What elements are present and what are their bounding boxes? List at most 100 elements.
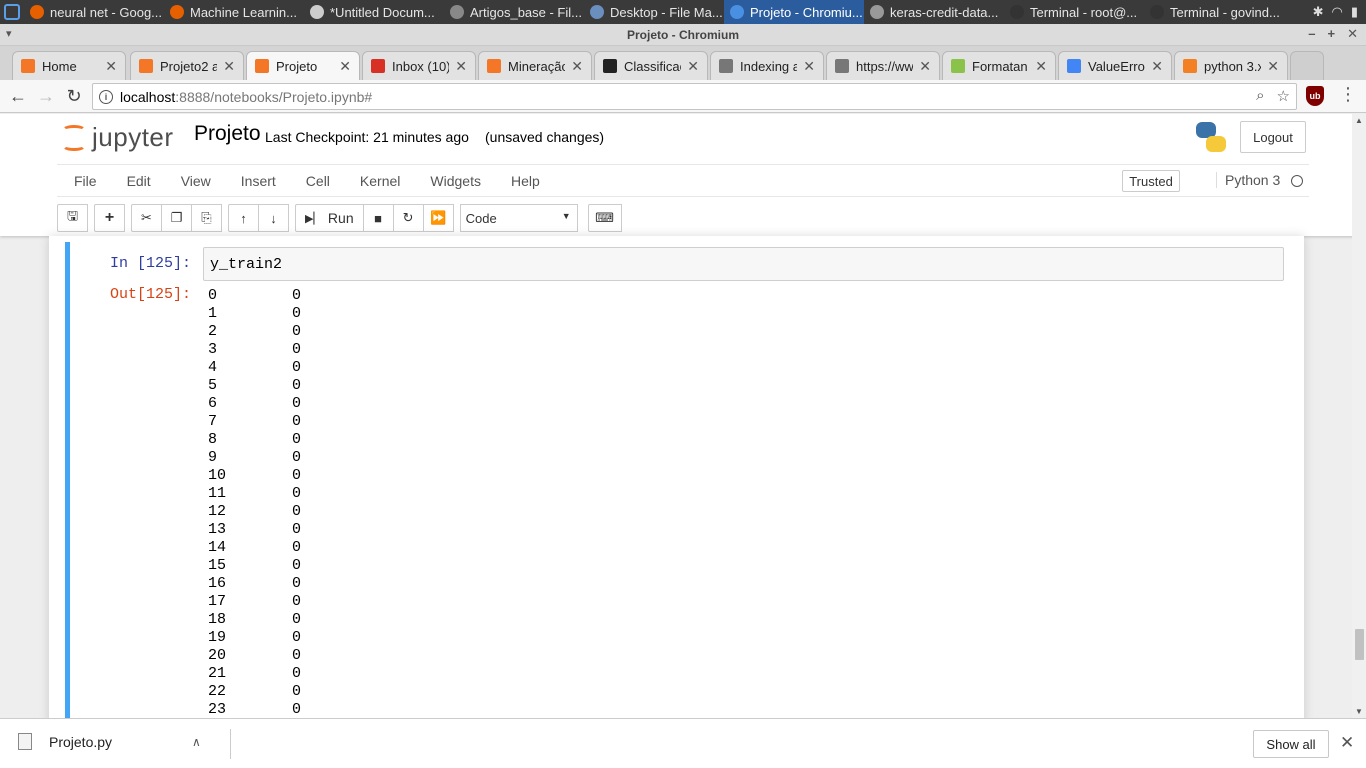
show-all-button[interactable]: Show all <box>1253 730 1329 758</box>
window-menu-icon[interactable]: ▾ <box>6 27 12 40</box>
close-tab-icon[interactable]: ✕ <box>1151 58 1163 75</box>
browser-menu-icon[interactable]: ⋮ <box>1339 84 1357 105</box>
notebook-name[interactable]: Projeto <box>194 122 261 146</box>
menu-view[interactable]: View <box>164 173 224 189</box>
browser-tab[interactable]: Indexing a ✕ <box>710 51 824 80</box>
paste-button[interactable]: ⎘ <box>191 204 222 232</box>
restart-run-all-button[interactable]: ⏩ <box>422 204 454 232</box>
insert-cell-button[interactable]: + <box>94 204 125 232</box>
series-index: 2 <box>208 323 218 340</box>
taskbar-item[interactable]: Terminal - root@... <box>1004 0 1144 24</box>
browser-tab[interactable]: Projeto2 a ✕ <box>130 51 244 80</box>
menu-cell[interactable]: Cell <box>289 173 343 189</box>
taskbar-item-label: Machine Learnin... <box>190 4 297 20</box>
menu-file[interactable]: File <box>57 173 110 189</box>
trusted-indicator[interactable]: Trusted <box>1122 170 1180 192</box>
scrollbar-thumb[interactable] <box>1355 629 1364 660</box>
bluetooth-icon[interactable]: ✱ <box>1313 4 1324 20</box>
close-shelf-icon[interactable]: ✕ <box>1340 733 1354 753</box>
cell-type-select[interactable]: Code ▼ <box>459 204 578 232</box>
browser-tab[interactable]: Projeto ✕ <box>246 51 360 80</box>
series-index: 15 <box>208 557 227 574</box>
taskbar-item[interactable]: keras-credit-data... <box>864 0 1004 24</box>
close-tab-icon[interactable]: ✕ <box>571 58 583 75</box>
close-tab-icon[interactable]: ✕ <box>1267 58 1279 75</box>
taskbar-item[interactable]: Projeto - Chromiu... <box>724 0 864 24</box>
menu-insert[interactable]: Insert <box>224 173 289 189</box>
move-down-button[interactable]: ↓ <box>258 204 289 232</box>
close-tab-icon[interactable]: ✕ <box>919 58 931 75</box>
close-tab-icon[interactable]: ✕ <box>105 58 117 75</box>
battery-icon[interactable]: ▮ <box>1351 4 1358 20</box>
close-tab-icon[interactable]: ✕ <box>687 58 699 75</box>
browser-tab[interactable]: Mineração ✕ <box>478 51 592 80</box>
browser-tab-label: Projeto <box>276 58 318 74</box>
browser-tab[interactable]: Formatan ✕ <box>942 51 1056 80</box>
command-palette-button[interactable]: ⌨ <box>587 204 622 232</box>
new-tab-button[interactable] <box>1290 51 1324 80</box>
taskbar-item[interactable]: Machine Learnin... <box>164 0 304 24</box>
taskbar-item[interactable]: Desktop - File Ma... <box>584 0 724 24</box>
menu-widgets[interactable]: Widgets <box>413 173 494 189</box>
scroll-up-icon[interactable]: ▲ <box>1355 116 1363 125</box>
taskbar-item-label: keras-credit-data... <box>890 4 999 20</box>
close-tab-icon[interactable]: ✕ <box>803 58 815 75</box>
page-icon <box>835 59 849 73</box>
restart-button[interactable]: ↻ <box>392 204 424 232</box>
menu-edit[interactable]: Edit <box>110 173 164 189</box>
taskbar-item[interactable]: *Untitled Docum... <box>304 0 444 24</box>
browser-tab[interactable]: Home ✕ <box>12 51 126 80</box>
taskbar-item[interactable]: neural net - Goog... <box>24 0 164 24</box>
series-index: 10 <box>208 467 227 484</box>
site-info-icon[interactable]: i <box>99 89 113 104</box>
output-row: 23 0 <box>208 701 301 718</box>
browser-tab[interactable]: Inbox (10) ✕ <box>362 51 476 80</box>
menu-kernel[interactable]: Kernel <box>343 173 413 189</box>
browser-tab[interactable]: Classificaç ✕ <box>594 51 708 80</box>
zoom-icon[interactable]: ⌕ <box>1256 87 1264 105</box>
cut-button[interactable]: ✂ <box>131 204 162 232</box>
stop-icon: ■ <box>374 210 383 226</box>
copy-icon: ❐ <box>170 210 183 225</box>
forward-button[interactable]: → <box>32 82 60 110</box>
wifi-icon[interactable]: ◠ <box>1332 4 1343 20</box>
browser-tab[interactable]: ValueErro ✕ <box>1058 51 1172 80</box>
save-button[interactable]: 🖫 <box>57 204 88 232</box>
close-tab-icon[interactable]: ✕ <box>1035 58 1047 75</box>
logout-button[interactable]: Logout <box>1240 121 1306 153</box>
series-value: 0 <box>292 323 302 340</box>
ublock-extension-icon[interactable]: ub <box>1306 86 1324 106</box>
minimize-icon[interactable]: – <box>1308 26 1315 42</box>
close-tab-icon[interactable]: ✕ <box>339 58 351 75</box>
interrupt-button[interactable]: ■ <box>362 204 394 232</box>
code-cell[interactable]: In [125]: y_train2 Out[125]: 00102030405… <box>65 242 1286 718</box>
close-tab-icon[interactable]: ✕ <box>455 58 467 75</box>
app-menu-button[interactable] <box>0 0 24 24</box>
notebook-container: In [125]: y_train2 Out[125]: 00102030405… <box>49 236 1304 718</box>
copy-button[interactable]: ❐ <box>161 204 192 232</box>
taskbar-item[interactable]: Artigos_base - Fil... <box>444 0 584 24</box>
page-scrollbar[interactable]: ▲ ▼ <box>1352 114 1366 718</box>
taskbar-item[interactable]: Terminal - govind... <box>1144 0 1284 24</box>
move-up-button[interactable]: ↑ <box>228 204 259 232</box>
address-bar[interactable]: i localhost:8888/notebooks/Projeto.ipynb… <box>92 83 1297 110</box>
series-index: 5 <box>208 377 218 394</box>
back-button[interactable]: ← <box>4 82 32 110</box>
download-item[interactable]: Projeto.py ∧ <box>18 733 201 750</box>
app-icon <box>1010 5 1024 19</box>
run-button[interactable]: ▶▏ Run <box>295 204 364 232</box>
browser-tab[interactable]: https://ww ✕ <box>826 51 940 80</box>
series-value: 0 <box>292 287 302 304</box>
browser-tab[interactable]: python 3.x ✕ <box>1174 51 1288 80</box>
menu-help[interactable]: Help <box>494 173 553 189</box>
close-window-icon[interactable]: ✕ <box>1347 26 1358 42</box>
reload-button[interactable]: ↻ <box>60 82 88 110</box>
series-index: 6 <box>208 395 218 412</box>
bookmark-star-icon[interactable]: ☆ <box>1277 87 1290 105</box>
close-tab-icon[interactable]: ✕ <box>223 58 235 75</box>
code-editor[interactable]: y_train2 <box>203 247 1284 281</box>
maximize-icon[interactable]: + <box>1328 26 1336 42</box>
chevron-up-icon[interactable]: ∧ <box>192 735 201 749</box>
scroll-down-icon[interactable]: ▼ <box>1355 707 1363 716</box>
jupyter-logo[interactable]: jupyter <box>62 122 174 153</box>
